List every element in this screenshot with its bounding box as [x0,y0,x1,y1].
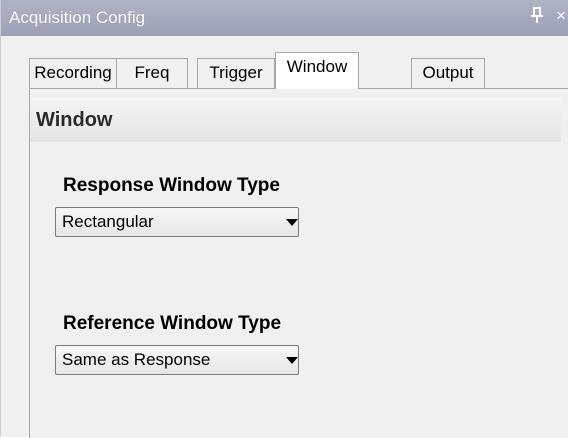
tab-label: Recording [34,63,112,82]
tab-label: Freq [134,63,170,82]
tab-label: Output [422,63,474,82]
tab-recording[interactable]: Recording [29,58,117,88]
panel-title: Acquisition Config [9,8,146,27]
reference-window-type-value: Same as Response [62,350,211,369]
tab-label: Trigger [209,63,263,82]
close-icon[interactable]: × [556,6,566,26]
tab-window[interactable]: Window [275,52,359,89]
tab-trigger[interactable]: Trigger [197,58,275,88]
tab-output[interactable]: Output [411,58,485,88]
response-window-type-select[interactable]: Rectangular [55,207,299,237]
response-window-type-label: Response Window Type [63,175,280,196]
acquisition-config-panel: Acquisition Config × Recording Freq Trig… [0,0,568,438]
reference-window-type-select[interactable]: Same as Response [55,345,299,375]
reference-window-type-label: Reference Window Type [63,313,282,334]
panel-titlebar[interactable]: Acquisition Config × [1,0,568,36]
tab-label: Window [286,57,348,76]
tab-freq[interactable]: Freq [116,58,188,88]
section-title: Window [36,109,113,131]
response-window-type-value: Rectangular [62,212,154,231]
pin-icon[interactable] [528,6,546,26]
section-header: Window [30,98,561,142]
